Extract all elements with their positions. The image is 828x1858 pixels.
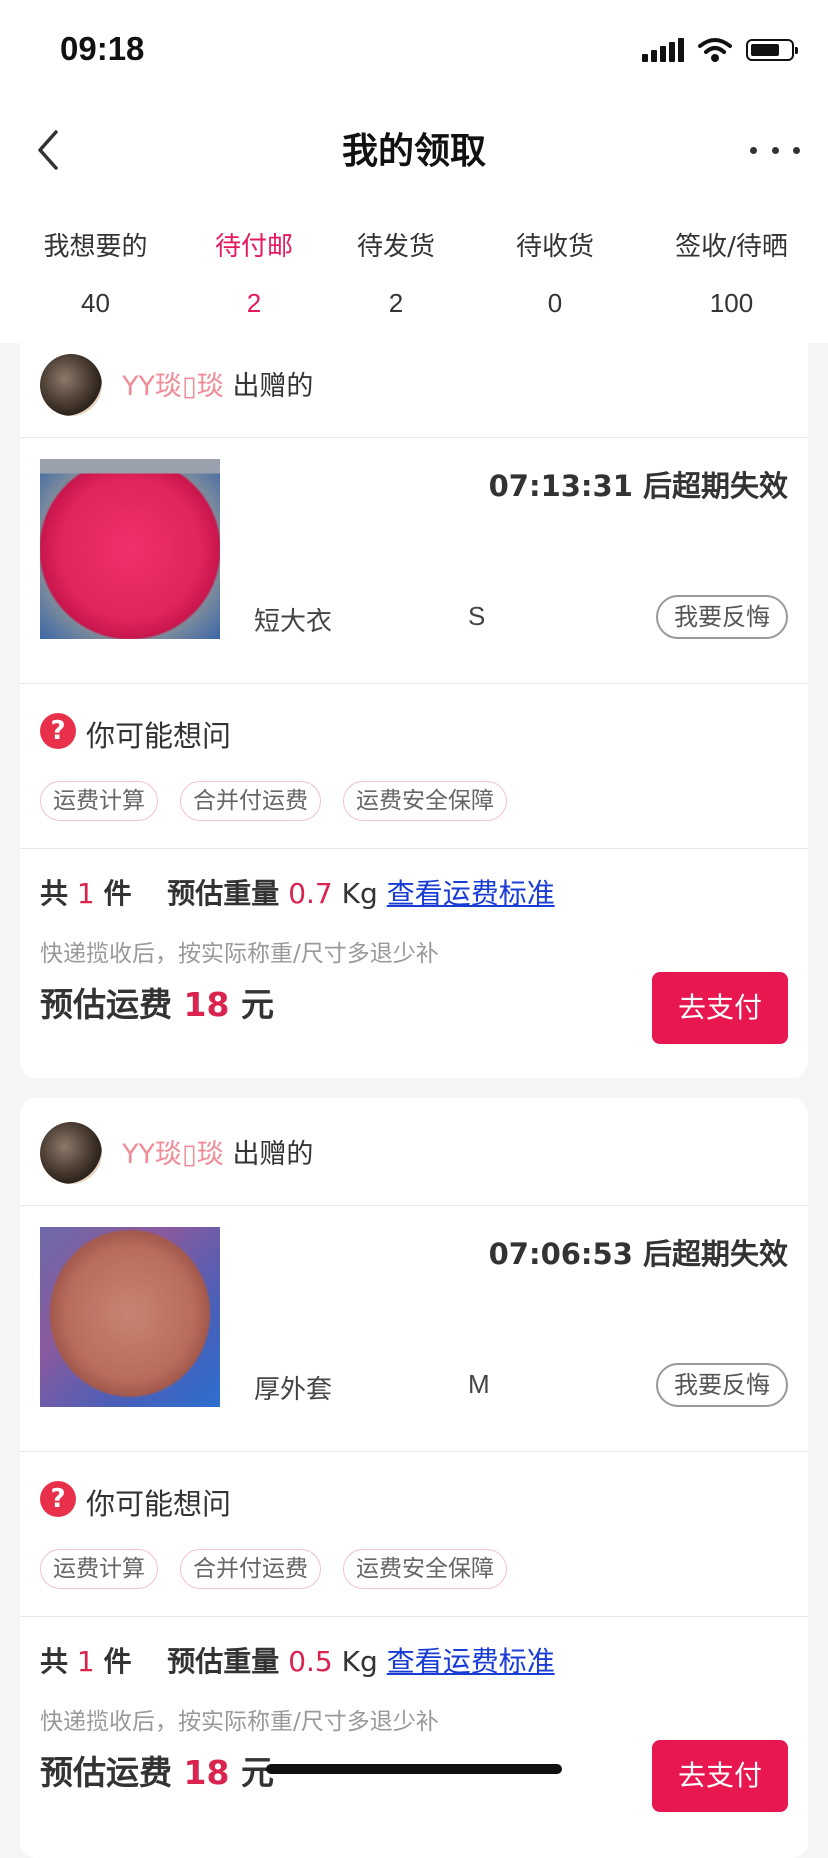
item-count: 1 <box>76 877 95 910</box>
faq-chip-combined-postage[interactable]: 合并付运费 <box>180 781 321 821</box>
home-indicator[interactable] <box>266 1764 562 1774</box>
question-icon: ? <box>40 713 76 749</box>
regret-button[interactable]: 我要反悔 <box>656 1363 788 1407</box>
signal-icon <box>642 38 684 62</box>
weight-note: 快递揽收后，按实际称重/尺寸多退少补 <box>40 941 439 967</box>
fee-standard-link[interactable]: 查看运费标准 <box>387 1645 555 1678</box>
estimated-fee: 预估运费 18 元 <box>40 1746 274 1794</box>
count-suffix: 件 <box>103 1645 132 1678</box>
nav-bar: 我的领取 <box>0 100 828 200</box>
fee-standard-link[interactable]: 查看运费标准 <box>387 877 555 910</box>
avatar[interactable] <box>40 1122 102 1184</box>
weight-unit: Kg <box>341 877 378 910</box>
item-name: 短大衣 <box>254 607 333 637</box>
fee-value: 18 <box>183 1753 230 1792</box>
battery-icon <box>746 39 798 61</box>
item-row[interactable]: 07:13:31 后超期失效 短大衣 S 我要反悔 <box>20 437 808 684</box>
status-tabs: 我想要的 40 待付邮 2 待发货 2 待收货 0 签收/待晒 100 <box>0 200 828 343</box>
item-row[interactable]: 07:06:53 后超期失效 厚外套 M 我要反悔 <box>20 1205 808 1452</box>
item-image[interactable] <box>40 459 220 639</box>
faq-chip-fee-calculation[interactable]: 运费计算 <box>40 1549 158 1589</box>
count-prefix: 共 <box>40 877 69 910</box>
expiry-countdown: 07:13:31 后超期失效 <box>488 469 788 503</box>
donor-line: YY琰▯琰 出赠的 <box>122 364 313 403</box>
system-icons <box>642 36 798 64</box>
donor-name[interactable]: YY琰▯琰 <box>122 1139 224 1170</box>
tab-pending-shipment[interactable]: 待发货 2 <box>317 200 475 343</box>
tab-count: 0 <box>547 288 563 318</box>
tab-count: 40 <box>81 288 110 318</box>
item-size: S <box>468 601 486 631</box>
donor-line: YY琰▯琰 出赠的 <box>122 1132 313 1171</box>
faq-section: ? 你可能想问 运费计算 合并付运费 运费安全保障 <box>20 683 808 849</box>
tab-pending-postage[interactable]: 待付邮 2 <box>189 200 319 343</box>
faq-chip-combined-postage[interactable]: 合并付运费 <box>180 1549 321 1589</box>
tab-label: 签收/待晒 <box>675 232 788 262</box>
tab-pending-receipt[interactable]: 待收货 0 <box>475 200 635 343</box>
item-image[interactable] <box>40 1227 220 1407</box>
faq-chip-fee-protection[interactable]: 运费安全保障 <box>343 1549 507 1589</box>
weight-label: 预估重量 <box>167 1645 280 1678</box>
fee-label: 预估运费 <box>40 985 172 1024</box>
faq-chip-fee-protection[interactable]: 运费安全保障 <box>343 781 507 821</box>
faq-chip-fee-calculation[interactable]: 运费计算 <box>40 781 158 821</box>
tab-count: 2 <box>246 288 262 318</box>
tab-label: 待发货 <box>356 232 435 262</box>
payment-section: 共 1 件 预估重量 0.5 Kg 查看运费标准 快递揽收后，按实际称重/尺寸多… <box>20 1616 808 1856</box>
donor-name[interactable]: YY琰▯琰 <box>122 371 224 402</box>
wifi-icon <box>698 38 732 62</box>
weight-value: 0.5 <box>288 1645 333 1678</box>
status-time: 09:18 <box>60 30 145 67</box>
faq-chips: 运费计算 合并付运费 运费安全保障 <box>40 1549 507 1589</box>
order-card: YY琰▯琰 出赠的 07:06:53 后超期失效 厚外套 M 我要反悔 ? 你可… <box>20 1098 808 1858</box>
pay-button[interactable]: 去支付 <box>652 972 788 1044</box>
fee-value: 18 <box>183 985 230 1024</box>
fee-unit: 元 <box>240 985 274 1024</box>
more-icon[interactable] <box>750 136 800 164</box>
donor-suffix: 出赠的 <box>232 371 314 402</box>
faq-section: ? 你可能想问 运费计算 合并付运费 运费安全保障 <box>20 1451 808 1617</box>
expiry-countdown: 07:06:53 后超期失效 <box>488 1237 788 1271</box>
page-title: 我的领取 <box>341 131 486 172</box>
tab-label: 我想要的 <box>43 232 148 262</box>
item-name: 厚外套 <box>254 1375 333 1405</box>
tab-label: 待付邮 <box>214 232 293 262</box>
payment-section: 共 1 件 预估重量 0.7 Kg 查看运费标准 快递揽收后，按实际称重/尺寸多… <box>20 848 808 1078</box>
shipment-summary: 共 1 件 预估重量 0.5 Kg 查看运费标准 <box>40 1640 555 1680</box>
item-count: 1 <box>76 1645 95 1678</box>
tab-count: 2 <box>388 288 404 318</box>
weight-unit: Kg <box>341 1645 378 1678</box>
tab-count: 100 <box>709 288 754 318</box>
weight-label: 预估重量 <box>167 877 280 910</box>
donor-row: YY琰▯琰 出赠的 <box>20 1098 808 1206</box>
count-suffix: 件 <box>103 877 132 910</box>
faq-chips: 运费计算 合并付运费 运费安全保障 <box>40 781 507 821</box>
question-icon: ? <box>40 1481 76 1517</box>
count-prefix: 共 <box>40 1645 69 1678</box>
tab-label: 待收货 <box>515 232 594 262</box>
tab-signed-review[interactable]: 签收/待晒 100 <box>635 200 828 343</box>
weight-note: 快递揽收后，按实际称重/尺寸多退少补 <box>40 1709 439 1735</box>
regret-button[interactable]: 我要反悔 <box>656 595 788 639</box>
avatar[interactable] <box>40 354 102 416</box>
donor-suffix: 出赠的 <box>232 1139 314 1170</box>
tab-wanted[interactable]: 我想要的 40 <box>0 200 191 343</box>
item-size: M <box>468 1369 490 1399</box>
weight-value: 0.7 <box>288 877 333 910</box>
estimated-fee: 预估运费 18 元 <box>40 978 274 1026</box>
faq-title: 你可能想问 <box>86 1487 232 1521</box>
fee-label: 预估运费 <box>40 1753 172 1792</box>
order-card: YY琰▯琰 出赠的 07:13:31 后超期失效 短大衣 S 我要反悔 ? 你可… <box>20 330 808 1078</box>
faq-title: 你可能想问 <box>86 719 232 753</box>
pay-button[interactable]: 去支付 <box>652 1740 788 1812</box>
donor-row: YY琰▯琰 出赠的 <box>20 330 808 438</box>
status-bar: 09:18 <box>0 0 828 100</box>
shipment-summary: 共 1 件 预估重量 0.7 Kg 查看运费标准 <box>40 872 555 912</box>
